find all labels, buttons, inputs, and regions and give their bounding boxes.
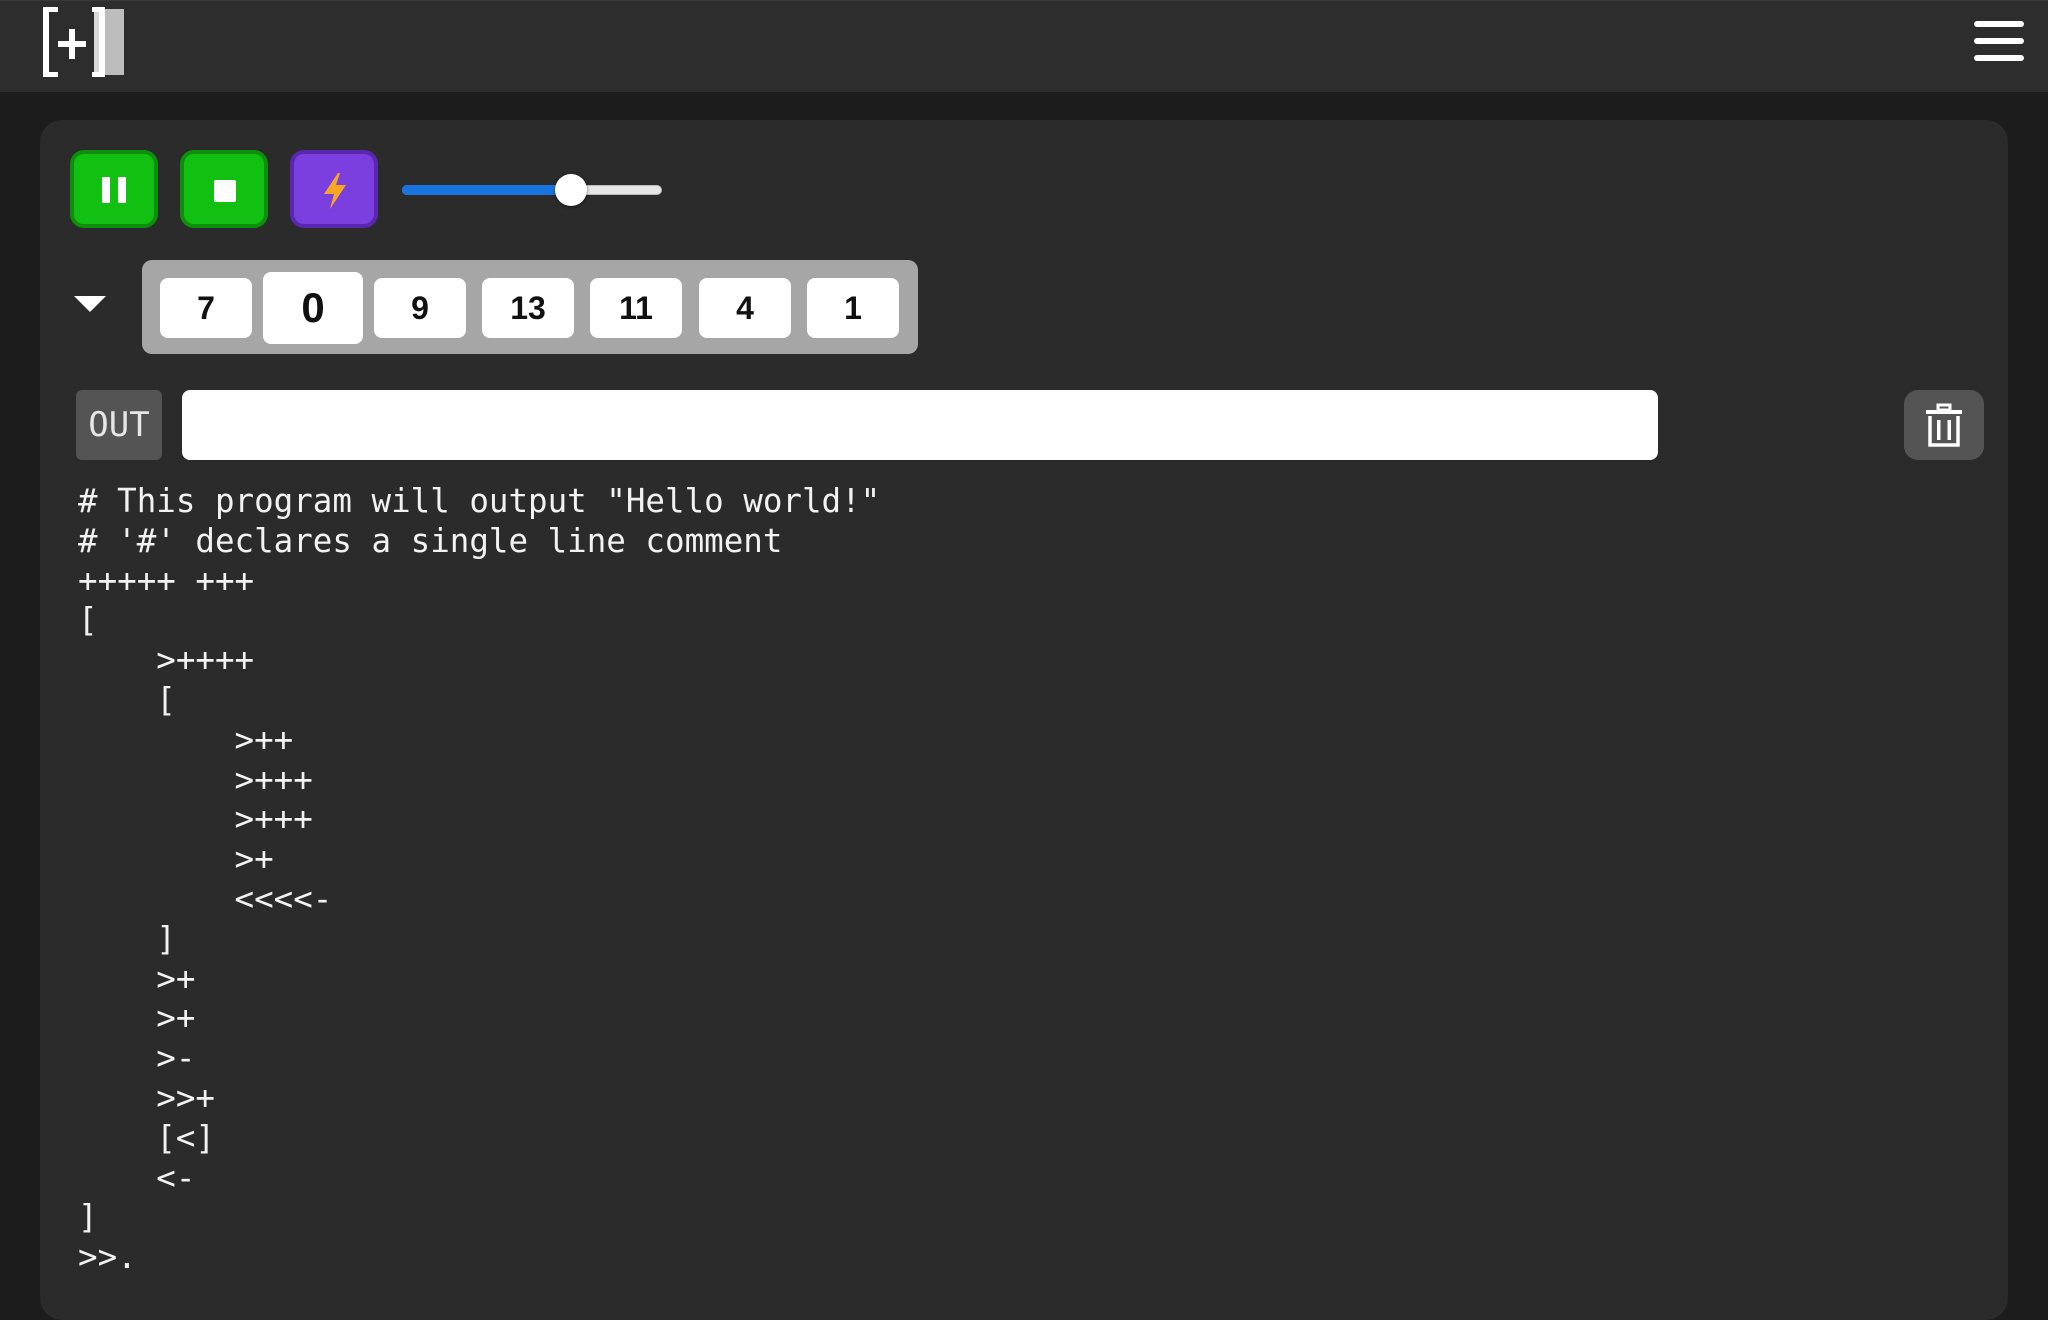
stop-icon [214, 180, 236, 202]
memory-tape: 7 0 9 13 11 4 1 [142, 260, 918, 354]
speed-slider-thumb[interactable] [555, 174, 587, 206]
speed-slider-fill [402, 185, 571, 195]
tape-cell-active: 0 [263, 272, 363, 344]
tape-cell: 4 [699, 278, 791, 338]
trash-icon [1926, 403, 1962, 447]
tape-cell: 1 [807, 278, 899, 338]
run-fast-button[interactable] [290, 150, 378, 228]
clear-output-button[interactable] [1904, 390, 1984, 460]
caret-down-icon[interactable] [74, 296, 106, 312]
code-editor[interactable]: # This program will output "Hello world!… [78, 482, 1978, 1278]
lightning-bolt-icon [324, 173, 346, 209]
output-field[interactable] [182, 390, 1658, 460]
bracket-plus-logo-icon[interactable] [40, 6, 126, 78]
pause-button[interactable] [70, 150, 158, 228]
tape-cell: 13 [482, 278, 574, 338]
hamburger-menu-icon[interactable] [1974, 19, 2024, 63]
stop-button[interactable] [180, 150, 268, 228]
interpreter-panel: 7 0 9 13 11 4 1 OUT # This program will … [40, 120, 2008, 1320]
top-bar [0, 0, 2048, 92]
output-label: OUT [76, 390, 162, 460]
tape-cell: 9 [374, 278, 466, 338]
speed-slider[interactable] [402, 174, 662, 206]
tape-cell: 7 [160, 278, 252, 338]
tape-cell: 11 [590, 278, 682, 338]
